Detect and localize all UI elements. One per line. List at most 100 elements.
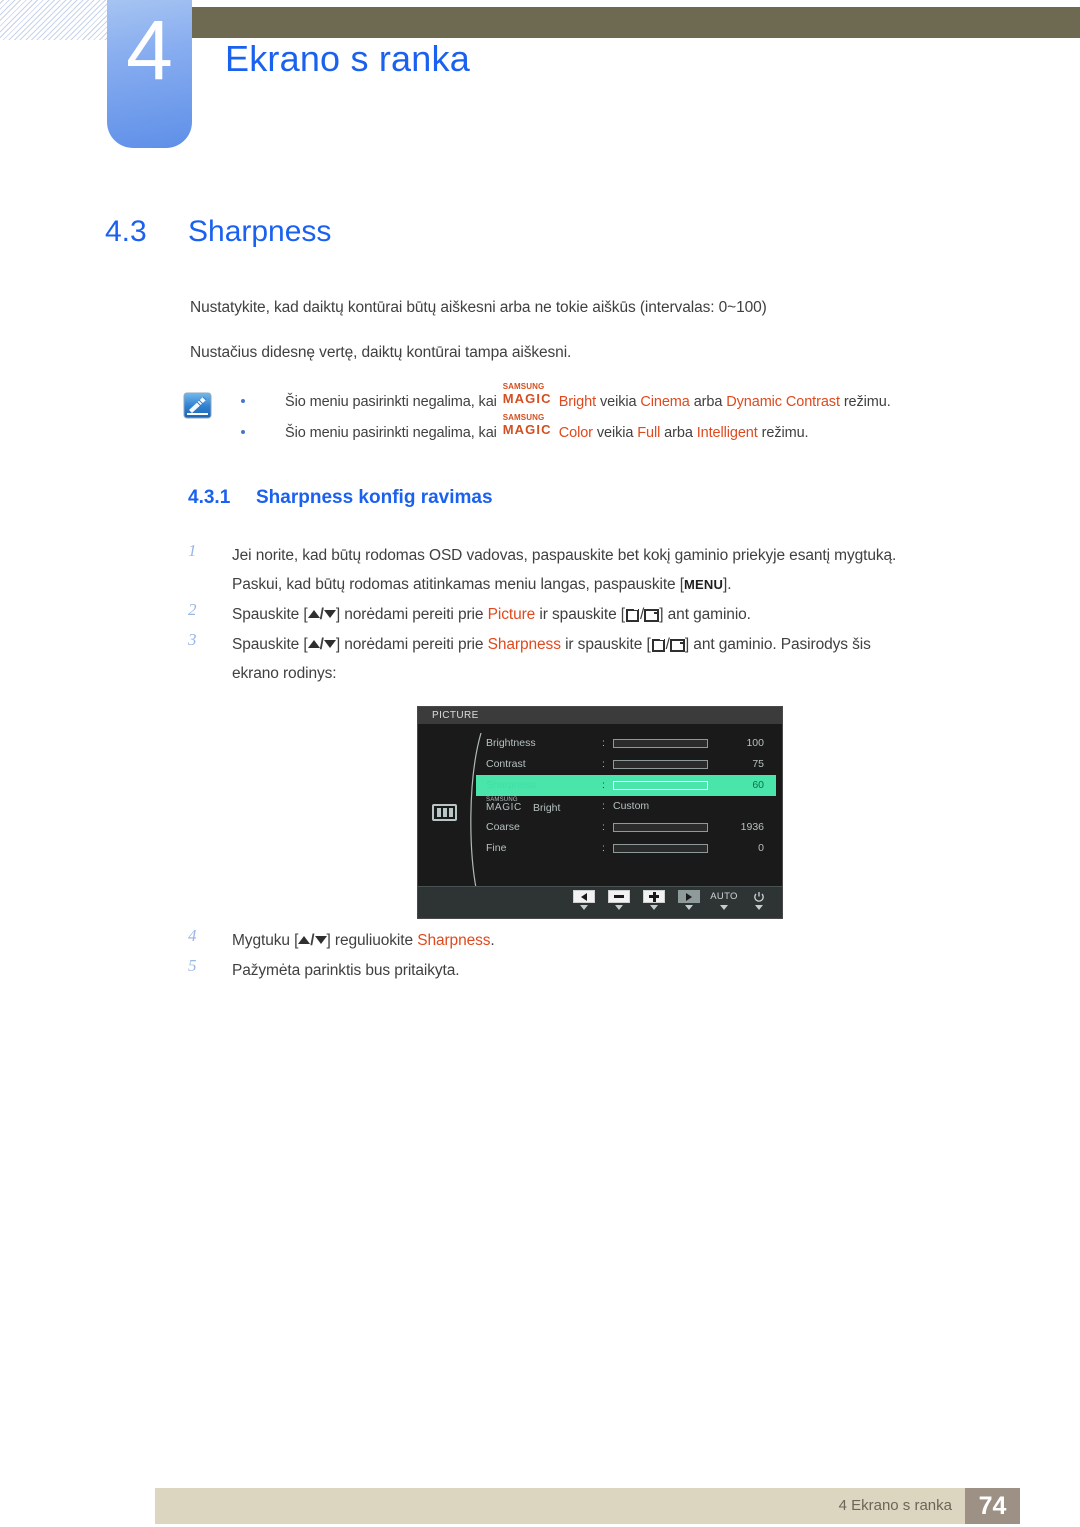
osd-value: Custom	[613, 800, 650, 812]
magic-top-text: SAMSUNG	[502, 413, 545, 422]
note2-mid: veikia	[596, 425, 634, 441]
caret-down-icon	[580, 905, 588, 910]
step-3: 3 Spauskite [/] norėdami pereiti prie Sh…	[188, 630, 1018, 688]
magic-bottom-text: MAGIC	[502, 391, 552, 406]
samsung-magic-logo: SAMSUNG MAGIC	[502, 414, 559, 438]
osd-slider[interactable]	[613, 844, 708, 853]
note1-mid: veikia	[599, 394, 637, 410]
osd-row-magic-bright[interactable]: SAMSUNG MAGIC Bright : Custom	[476, 796, 776, 817]
osd-value: 60	[752, 779, 764, 791]
caret-down-icon	[685, 905, 693, 910]
magic-bottom-text: MAGIC	[502, 422, 552, 437]
note2-value-2: Intelligent	[696, 425, 758, 441]
step-2: 2 Spauskite [/] norėdami pereiti prie Pi…	[188, 600, 1018, 629]
page-footer: 4 Ekrano s ranka 74	[155, 1488, 1020, 1524]
page-number: 74	[965, 1488, 1020, 1524]
osd-row-sharpness[interactable]: Sharpness : 60	[476, 775, 776, 796]
osd-magic-suffix: Bright	[533, 802, 561, 814]
note-line-1: Šio meniu pasirinkti negalima, kai SAMSU…	[241, 383, 1021, 421]
magic-top-text: SAMSUNG	[502, 382, 545, 391]
osd-value: 1936	[740, 821, 764, 833]
source-button-icon	[651, 638, 666, 652]
plus-icon	[649, 891, 659, 902]
step2-post: ] ant gaminio.	[659, 606, 751, 623]
osd-title: PICTURE	[418, 707, 782, 724]
osd-colon: :	[602, 779, 605, 791]
steps-list-2: 4 Mygtuku [/] reguliuokite Sharpness. 5 …	[188, 926, 1018, 986]
minus-button[interactable]	[606, 890, 632, 910]
osd-samsung-magic-label: SAMSUNG MAGIC Bright	[486, 796, 560, 817]
step-number: 2	[188, 600, 197, 619]
note2-tail: režimu.	[761, 425, 809, 441]
osd-slider[interactable]	[613, 760, 708, 769]
step1-line2-pre: Paskui, kad būtų rodomas atitinkamas men…	[232, 576, 684, 593]
osd-row-coarse[interactable]: Coarse : 1936	[476, 817, 776, 838]
osd-toolbar: AUTO	[418, 886, 782, 918]
enter-button-icon	[644, 608, 660, 622]
osd-slider[interactable]	[613, 739, 708, 748]
page-header: 4 Ekrano s ranka	[0, 0, 1080, 160]
up-arrow-icon	[298, 936, 311, 944]
note-pencil-icon	[183, 392, 212, 419]
step2-pre: Spauskite [	[232, 606, 308, 623]
step-number: 5	[188, 956, 197, 975]
prev-arrow-button[interactable]	[571, 890, 597, 910]
step2-mid2: ir spauskite [	[539, 606, 626, 623]
osd-slider[interactable]	[613, 823, 708, 832]
step-number: 3	[188, 630, 197, 649]
step4-pre: Mygtuku [	[232, 932, 299, 949]
step4-mid1: ] reguliuokite	[326, 932, 414, 949]
osd-slider[interactable]	[613, 781, 708, 790]
step-number: 1	[188, 541, 197, 560]
osd-value: 0	[758, 842, 764, 854]
power-button[interactable]	[746, 890, 772, 910]
decorative-hatch-pattern	[0, 0, 110, 40]
osd-colon: :	[602, 842, 605, 854]
note-line-2: Šio meniu pasirinkti negalima, kai SAMSU…	[241, 414, 1021, 452]
plus-button[interactable]	[641, 890, 667, 910]
step1-line2-post: ].	[723, 576, 732, 593]
step-1: 1 Jei norite, kad būtų rodomas OSD vadov…	[188, 541, 1018, 599]
step-4: 4 Mygtuku [/] reguliuokite Sharpness.	[188, 926, 1018, 955]
chapter-number: 4	[126, 3, 173, 97]
step3-line2: ekrano rodinys:	[232, 665, 337, 682]
section-number: 4.3	[105, 215, 147, 248]
minus-icon	[614, 895, 624, 898]
bullet-icon	[241, 430, 245, 434]
osd-rows: Brightness : 100 Contrast : 75 Sharpness…	[476, 733, 776, 859]
left-arrow-icon	[581, 892, 587, 901]
note2-conj: arba	[664, 425, 693, 441]
step4-post: .	[490, 932, 495, 949]
intro-paragraph-1: Nustatykite, kad daiktų kontūrai būtų ai…	[190, 299, 767, 316]
caret-down-icon	[615, 905, 623, 910]
note1-value-1: Cinema	[640, 394, 690, 410]
down-arrow-icon	[314, 936, 327, 944]
osd-value: 75	[752, 758, 764, 770]
caret-down-icon	[720, 905, 728, 910]
subsection-heading: 4.3.1 Sharpness konfig ravimas	[188, 487, 493, 509]
osd-colon: :	[602, 800, 605, 812]
note1-value-2: Dynamic Contrast	[726, 394, 840, 410]
note2-magic-suffix: Color	[558, 425, 593, 441]
auto-label: AUTO	[710, 891, 738, 902]
osd-label: Contrast	[486, 758, 526, 770]
step2-mid1: ] norėdami pereiti prie	[335, 606, 484, 623]
power-icon	[746, 890, 772, 903]
step3-mid1: ] norėdami pereiti prie	[335, 636, 484, 653]
up-arrow-icon	[307, 610, 320, 618]
down-arrow-icon	[323, 640, 336, 648]
next-arrow-button[interactable]	[676, 890, 702, 910]
footer-chapter-text: 4 Ekrano s ranka	[838, 1497, 952, 1514]
auto-button[interactable]: AUTO	[710, 890, 738, 910]
osd-row-fine[interactable]: Fine : 0	[476, 838, 776, 859]
chapter-tab: 4	[107, 0, 192, 148]
step2-highlight: Picture	[487, 606, 536, 623]
osd-label: Coarse	[486, 821, 520, 833]
step-5: 5 Pažymėta parinktis bus pritaikyta.	[188, 956, 1018, 985]
step3-highlight: Sharpness	[487, 636, 561, 653]
note2-prefix: Šio meniu pasirinkti negalima, kai	[285, 425, 497, 441]
picture-bars-icon	[432, 804, 457, 821]
step5-line1: Pažymėta parinktis bus pritaikyta.	[232, 962, 460, 979]
osd-row-brightness[interactable]: Brightness : 100	[476, 733, 776, 754]
osd-row-contrast[interactable]: Contrast : 75	[476, 754, 776, 775]
